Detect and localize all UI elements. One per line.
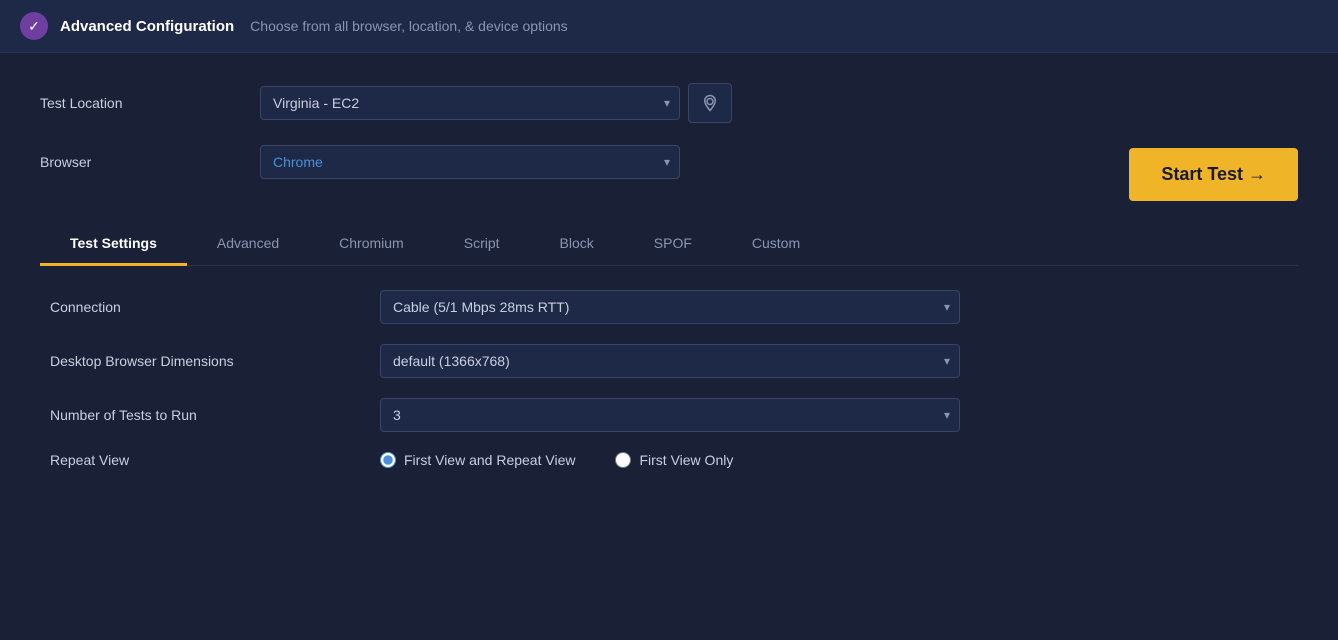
tab-custom[interactable]: Custom [722, 221, 830, 265]
browser-row: Browser Chrome Firefox Safari Edge [40, 145, 1129, 179]
num-tests-select[interactable]: 1 2 3 4 5 6 7 8 9 [380, 398, 960, 432]
radio-first-and-repeat[interactable]: First View and Repeat View [380, 452, 575, 468]
connection-row: Connection Cable (5/1 Mbps 28ms RTT) DSL… [40, 290, 1298, 324]
radio-first-only[interactable]: First View Only [615, 452, 733, 468]
main-content: Test Location Virginia - EC2 London - EC… [0, 53, 1338, 542]
connection-select-wrapper: Cable (5/1 Mbps 28ms RTT) DSL (1.5/0.384… [380, 290, 960, 324]
map-pin-icon [701, 94, 719, 112]
radio-first-only-label: First View Only [639, 452, 733, 468]
test-location-label: Test Location [40, 95, 260, 111]
num-tests-label: Number of Tests to Run [40, 407, 380, 423]
radio-first-and-repeat-label: First View and Repeat View [404, 452, 575, 468]
repeat-view-label: Repeat View [40, 452, 380, 468]
tab-test-settings[interactable]: Test Settings [40, 221, 187, 265]
dimensions-select-wrapper: default (1366x768) 1024x768 1280x800 192… [380, 344, 960, 378]
tab-chromium[interactable]: Chromium [309, 221, 434, 265]
test-location-select-wrapper: Virginia - EC2 London - EC2 Tokyo - EC2 … [260, 86, 680, 120]
tabs-container: Test Settings Advanced Chromium Script B… [40, 221, 1298, 266]
tabs-list: Test Settings Advanced Chromium Script B… [40, 221, 1298, 265]
num-tests-row: Number of Tests to Run 1 2 3 4 5 6 7 8 9 [40, 398, 1298, 432]
tab-advanced[interactable]: Advanced [187, 221, 309, 265]
test-location-control: Virginia - EC2 London - EC2 Tokyo - EC2 … [260, 83, 732, 123]
tab-script[interactable]: Script [434, 221, 530, 265]
tab-spof[interactable]: SPOF [624, 221, 722, 265]
top-form-section: Test Location Virginia - EC2 London - EC… [40, 83, 1298, 201]
repeat-view-radio-group: First View and Repeat View First View On… [380, 452, 733, 468]
header-bar: ✓ Advanced Configuration Choose from all… [0, 0, 1338, 53]
start-test-button[interactable]: Start Test → [1129, 148, 1298, 201]
dimensions-select[interactable]: default (1366x768) 1024x768 1280x800 192… [380, 344, 960, 378]
browser-select-wrapper: Chrome Firefox Safari Edge [260, 145, 680, 179]
dimensions-label: Desktop Browser Dimensions [40, 353, 380, 369]
browser-control: Chrome Firefox Safari Edge [260, 145, 680, 179]
tab-content-test-settings: Connection Cable (5/1 Mbps 28ms RTT) DSL… [40, 266, 1298, 512]
connection-label: Connection [40, 299, 380, 315]
browser-label: Browser [40, 154, 260, 170]
test-location-row: Test Location Virginia - EC2 London - EC… [40, 83, 1129, 123]
header-subtitle: Choose from all browser, location, & dev… [250, 18, 568, 34]
radio-first-only-input[interactable] [615, 452, 631, 468]
browser-select[interactable]: Chrome Firefox Safari Edge [260, 145, 680, 179]
dimensions-row: Desktop Browser Dimensions default (1366… [40, 344, 1298, 378]
top-form-fields: Test Location Virginia - EC2 London - EC… [40, 83, 1129, 201]
advanced-config-icon: ✓ [20, 12, 48, 40]
connection-select[interactable]: Cable (5/1 Mbps 28ms RTT) DSL (1.5/0.384… [380, 290, 960, 324]
num-tests-select-wrapper: 1 2 3 4 5 6 7 8 9 [380, 398, 960, 432]
map-location-button[interactable] [688, 83, 732, 123]
header-title: Advanced Configuration [60, 18, 234, 35]
radio-first-and-repeat-input[interactable] [380, 452, 396, 468]
repeat-view-row: Repeat View First View and Repeat View F… [40, 452, 1298, 468]
tab-block[interactable]: Block [530, 221, 624, 265]
test-location-select[interactable]: Virginia - EC2 London - EC2 Tokyo - EC2 … [260, 86, 680, 120]
